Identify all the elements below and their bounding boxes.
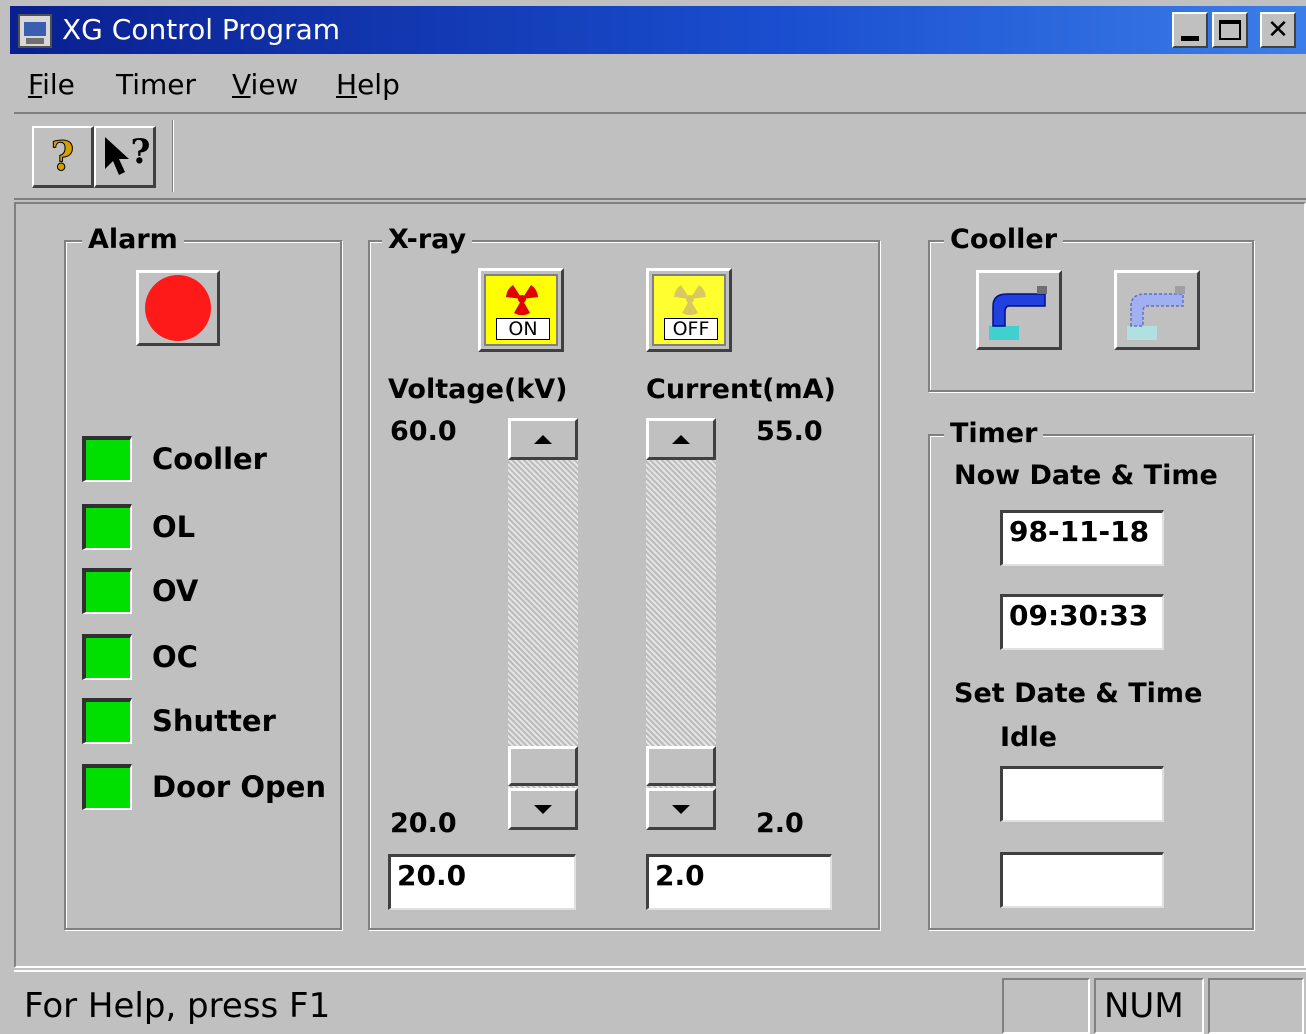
current-scroll-track[interactable] bbox=[646, 460, 716, 788]
app-icon[interactable] bbox=[18, 14, 52, 48]
current-input[interactable]: 2.0 bbox=[646, 854, 832, 910]
xray-off-face: OFF bbox=[652, 274, 726, 346]
now-date-time-label: Now Date & Time bbox=[954, 460, 1218, 491]
voltage-min-label: 20.0 bbox=[390, 808, 457, 839]
menu-file[interactable]: File bbox=[28, 68, 75, 101]
water-faucet-on-icon bbox=[989, 286, 1047, 340]
close-icon: ✕ bbox=[1267, 15, 1289, 45]
radiation-dim-icon bbox=[674, 285, 706, 316]
shutter-led-icon bbox=[82, 698, 132, 744]
context-help-button[interactable]: ? bbox=[94, 126, 156, 188]
minimize-icon bbox=[1181, 35, 1199, 41]
alarm-group-title: Alarm bbox=[82, 224, 184, 255]
close-button[interactable]: ✕ bbox=[1260, 12, 1296, 48]
status-text: For Help, press F1 bbox=[24, 986, 331, 1026]
timer-group: Timer Now Date & Time 98-11-18 09:30:33 … bbox=[928, 418, 1254, 930]
voltage-scroll-track[interactable] bbox=[508, 460, 578, 788]
ol-led-icon bbox=[82, 504, 132, 550]
indicator-label: Shutter bbox=[152, 704, 276, 738]
set-date-field[interactable] bbox=[1000, 766, 1164, 822]
status-pane-num: NUM bbox=[1094, 978, 1204, 1034]
indicator-label: OL bbox=[152, 510, 196, 544]
indicator-label: Door Open bbox=[152, 770, 327, 804]
voltage-input[interactable]: 20.0 bbox=[388, 854, 576, 910]
cooler-group: Cooller bbox=[928, 224, 1254, 392]
voltage-label: Voltage(kV) bbox=[388, 374, 568, 405]
xray-group: X-ray ON OFF Voltage(kV) Current(mA) 60.… bbox=[368, 224, 880, 930]
cooler-off-button[interactable] bbox=[1114, 270, 1200, 350]
current-scroll-thumb[interactable] bbox=[646, 746, 716, 786]
current-min-label: 2.0 bbox=[756, 808, 804, 839]
arrow-down-icon bbox=[534, 804, 552, 814]
alarm-group: Alarm Cooller OL OV OC Shutter Door Open bbox=[64, 224, 342, 930]
voltage-down-button[interactable] bbox=[508, 788, 578, 830]
voltage-scrollbar[interactable] bbox=[508, 418, 578, 830]
set-time-field[interactable] bbox=[1000, 852, 1164, 908]
cooler-group-title: Cooller bbox=[944, 224, 1064, 255]
current-max-label: 55.0 bbox=[756, 416, 823, 447]
arrow-down-icon bbox=[672, 804, 690, 814]
indicator-label: OV bbox=[152, 574, 199, 608]
xray-on-face: ON bbox=[484, 274, 558, 346]
xray-on-label: ON bbox=[496, 318, 550, 340]
help-button[interactable]: ? bbox=[32, 126, 94, 188]
menu-help[interactable]: Help bbox=[336, 68, 400, 101]
voltage-scroll-thumb[interactable] bbox=[508, 746, 578, 786]
status-pane-caps bbox=[1002, 978, 1090, 1034]
xray-on-button[interactable]: ON bbox=[478, 268, 564, 352]
cooller-led-icon bbox=[82, 436, 132, 482]
menu-timer[interactable]: Timer bbox=[116, 68, 196, 101]
timer-state-label: Idle bbox=[1000, 722, 1057, 753]
minimize-button[interactable] bbox=[1172, 12, 1208, 48]
xray-off-button[interactable]: OFF bbox=[646, 268, 732, 352]
indicator-label: OC bbox=[152, 640, 198, 674]
now-time-field[interactable]: 09:30:33 bbox=[1000, 594, 1164, 650]
voltage-up-button[interactable] bbox=[508, 418, 578, 460]
indicator-label: Cooller bbox=[152, 442, 267, 476]
client-area: Alarm Cooller OL OV OC Shutter Door Open… bbox=[14, 202, 1306, 968]
help-question-icon: ? bbox=[50, 133, 75, 181]
toolbar: ? ? bbox=[14, 112, 1306, 200]
voltage-max-label: 60.0 bbox=[390, 416, 457, 447]
maximize-button[interactable] bbox=[1212, 12, 1248, 48]
title-bar[interactable]: XG Control Program ✕ bbox=[10, 6, 1306, 54]
alarm-button[interactable] bbox=[136, 270, 220, 346]
current-label: Current(mA) bbox=[646, 374, 836, 405]
cooler-on-button[interactable] bbox=[976, 270, 1062, 350]
app-window: XG Control Program ✕ File Timer View Hel… bbox=[10, 6, 1306, 1034]
current-down-button[interactable] bbox=[646, 788, 716, 830]
xray-off-label: OFF bbox=[664, 318, 718, 340]
radiation-icon bbox=[506, 285, 538, 316]
window-title: XG Control Program bbox=[62, 13, 341, 46]
current-up-button[interactable] bbox=[646, 418, 716, 460]
arrow-up-icon bbox=[534, 434, 552, 444]
status-bar: For Help, press F1 NUM bbox=[14, 970, 1306, 1034]
oc-led-icon bbox=[82, 634, 132, 680]
current-scrollbar[interactable] bbox=[646, 418, 716, 830]
maximize-icon bbox=[1219, 20, 1241, 40]
alarm-red-indicator-icon bbox=[145, 275, 211, 341]
set-date-time-label: Set Date & Time bbox=[954, 678, 1203, 709]
status-pane-scroll bbox=[1208, 978, 1304, 1034]
menu-view[interactable]: View bbox=[232, 68, 298, 101]
arrow-up-icon bbox=[672, 434, 690, 444]
timer-group-title: Timer bbox=[944, 418, 1044, 449]
water-faucet-off-icon bbox=[1127, 286, 1185, 340]
now-date-field[interactable]: 98-11-18 bbox=[1000, 510, 1164, 566]
door-open-led-icon bbox=[82, 764, 132, 810]
menu-bar: File Timer View Help bbox=[10, 58, 1306, 110]
xray-group-title: X-ray bbox=[382, 224, 473, 255]
ov-led-icon bbox=[82, 568, 132, 614]
context-help-question-glyph: ? bbox=[130, 131, 151, 172]
toolbar-separator bbox=[172, 120, 174, 192]
